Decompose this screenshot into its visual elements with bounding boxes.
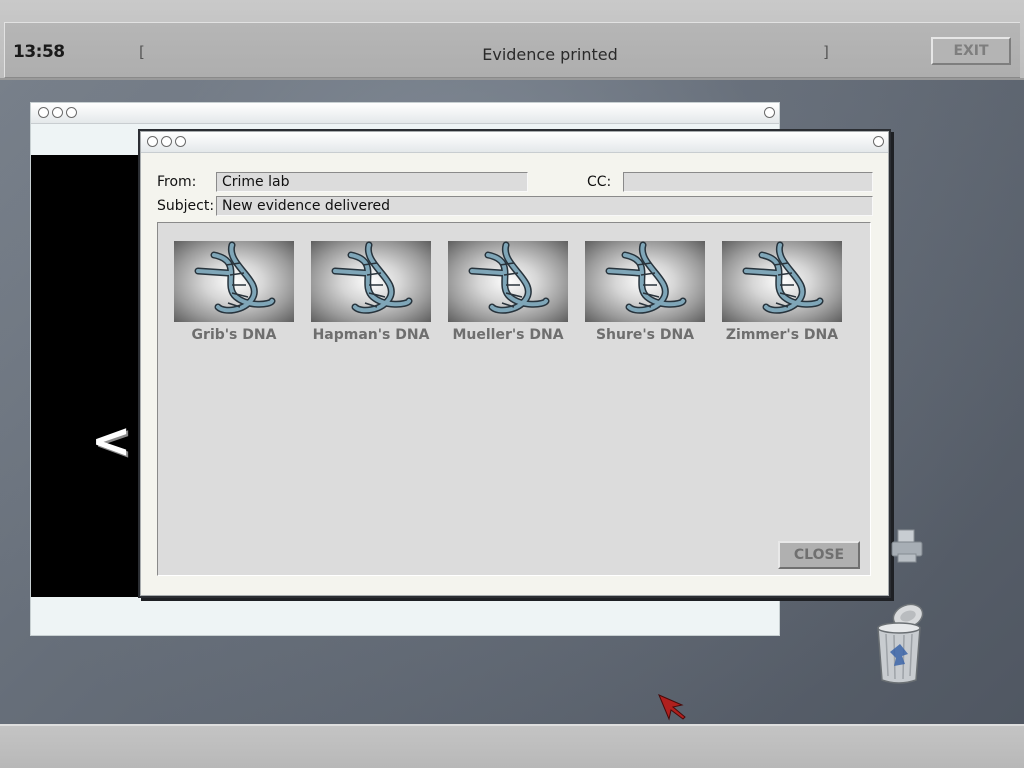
trash-icon[interactable] <box>872 600 928 692</box>
status-bracket-left: [ <box>139 43 145 61</box>
subject-field: New evidence delivered <box>216 196 873 216</box>
mouse-cursor-icon <box>657 693 687 727</box>
window-control-icon[interactable] <box>175 136 186 147</box>
window-control-icon[interactable] <box>66 107 77 118</box>
status-bracket-right: ] <box>823 43 829 61</box>
dna-icon[interactable] <box>311 241 431 322</box>
status-strip: 13:58 [ Evidence printed ] EXIT <box>4 22 1020 78</box>
window-close-icon[interactable] <box>873 136 884 147</box>
previous-arrow-icon[interactable]: < <box>91 413 131 469</box>
evidence-label: Shure's DNA <box>595 327 695 343</box>
evidence-item[interactable]: Shure's DNA <box>585 241 705 343</box>
bottom-bar <box>0 724 1024 768</box>
window-control-icon[interactable] <box>38 107 49 118</box>
evidence-item[interactable]: Zimmer's DNA <box>722 241 842 343</box>
evidence-label: Hapman's DNA <box>312 327 430 343</box>
subject-label: Subject: <box>157 198 215 214</box>
evidence-label: Zimmer's DNA <box>725 327 839 343</box>
close-button[interactable]: CLOSE <box>778 541 860 569</box>
window-control-icon[interactable] <box>161 136 172 147</box>
back-window-titlebar[interactable] <box>31 103 779 124</box>
clock: 13:58 <box>13 42 65 62</box>
status-title: Evidence printed <box>482 45 618 64</box>
evidence-item[interactable]: Grib's DNA <box>174 241 294 343</box>
cc-label: CC: <box>587 174 612 190</box>
evidence-label: Grib's DNA <box>191 327 277 343</box>
from-field: Crime lab <box>216 172 528 192</box>
evidence-item[interactable]: Hapman's DNA <box>311 241 431 343</box>
dna-icon[interactable] <box>448 241 568 322</box>
cc-field <box>623 172 873 192</box>
evidence-label: Mueller's DNA <box>452 327 564 343</box>
evidence-item[interactable]: Mueller's DNA <box>448 241 568 343</box>
dna-icon[interactable] <box>174 241 294 322</box>
viewer-panel: < <box>31 155 151 597</box>
top-bar: 13:58 [ Evidence printed ] EXIT <box>0 0 1024 80</box>
message-window-titlebar[interactable] <box>141 132 888 153</box>
dna-icon[interactable] <box>722 241 842 322</box>
exit-button[interactable]: EXIT <box>931 37 1011 65</box>
window-control-icon[interactable] <box>147 136 158 147</box>
dna-icon[interactable] <box>585 241 705 322</box>
message-window: From: Crime lab CC: Subject: New evidenc… <box>140 131 889 596</box>
printer-icon[interactable] <box>890 528 926 572</box>
from-label: From: <box>157 174 197 190</box>
window-close-icon[interactable] <box>764 107 775 118</box>
attachments-panel: Grib's DNA Hapman's DNA Mueller's DNA Shure… <box>157 222 871 576</box>
window-control-icon[interactable] <box>52 107 63 118</box>
